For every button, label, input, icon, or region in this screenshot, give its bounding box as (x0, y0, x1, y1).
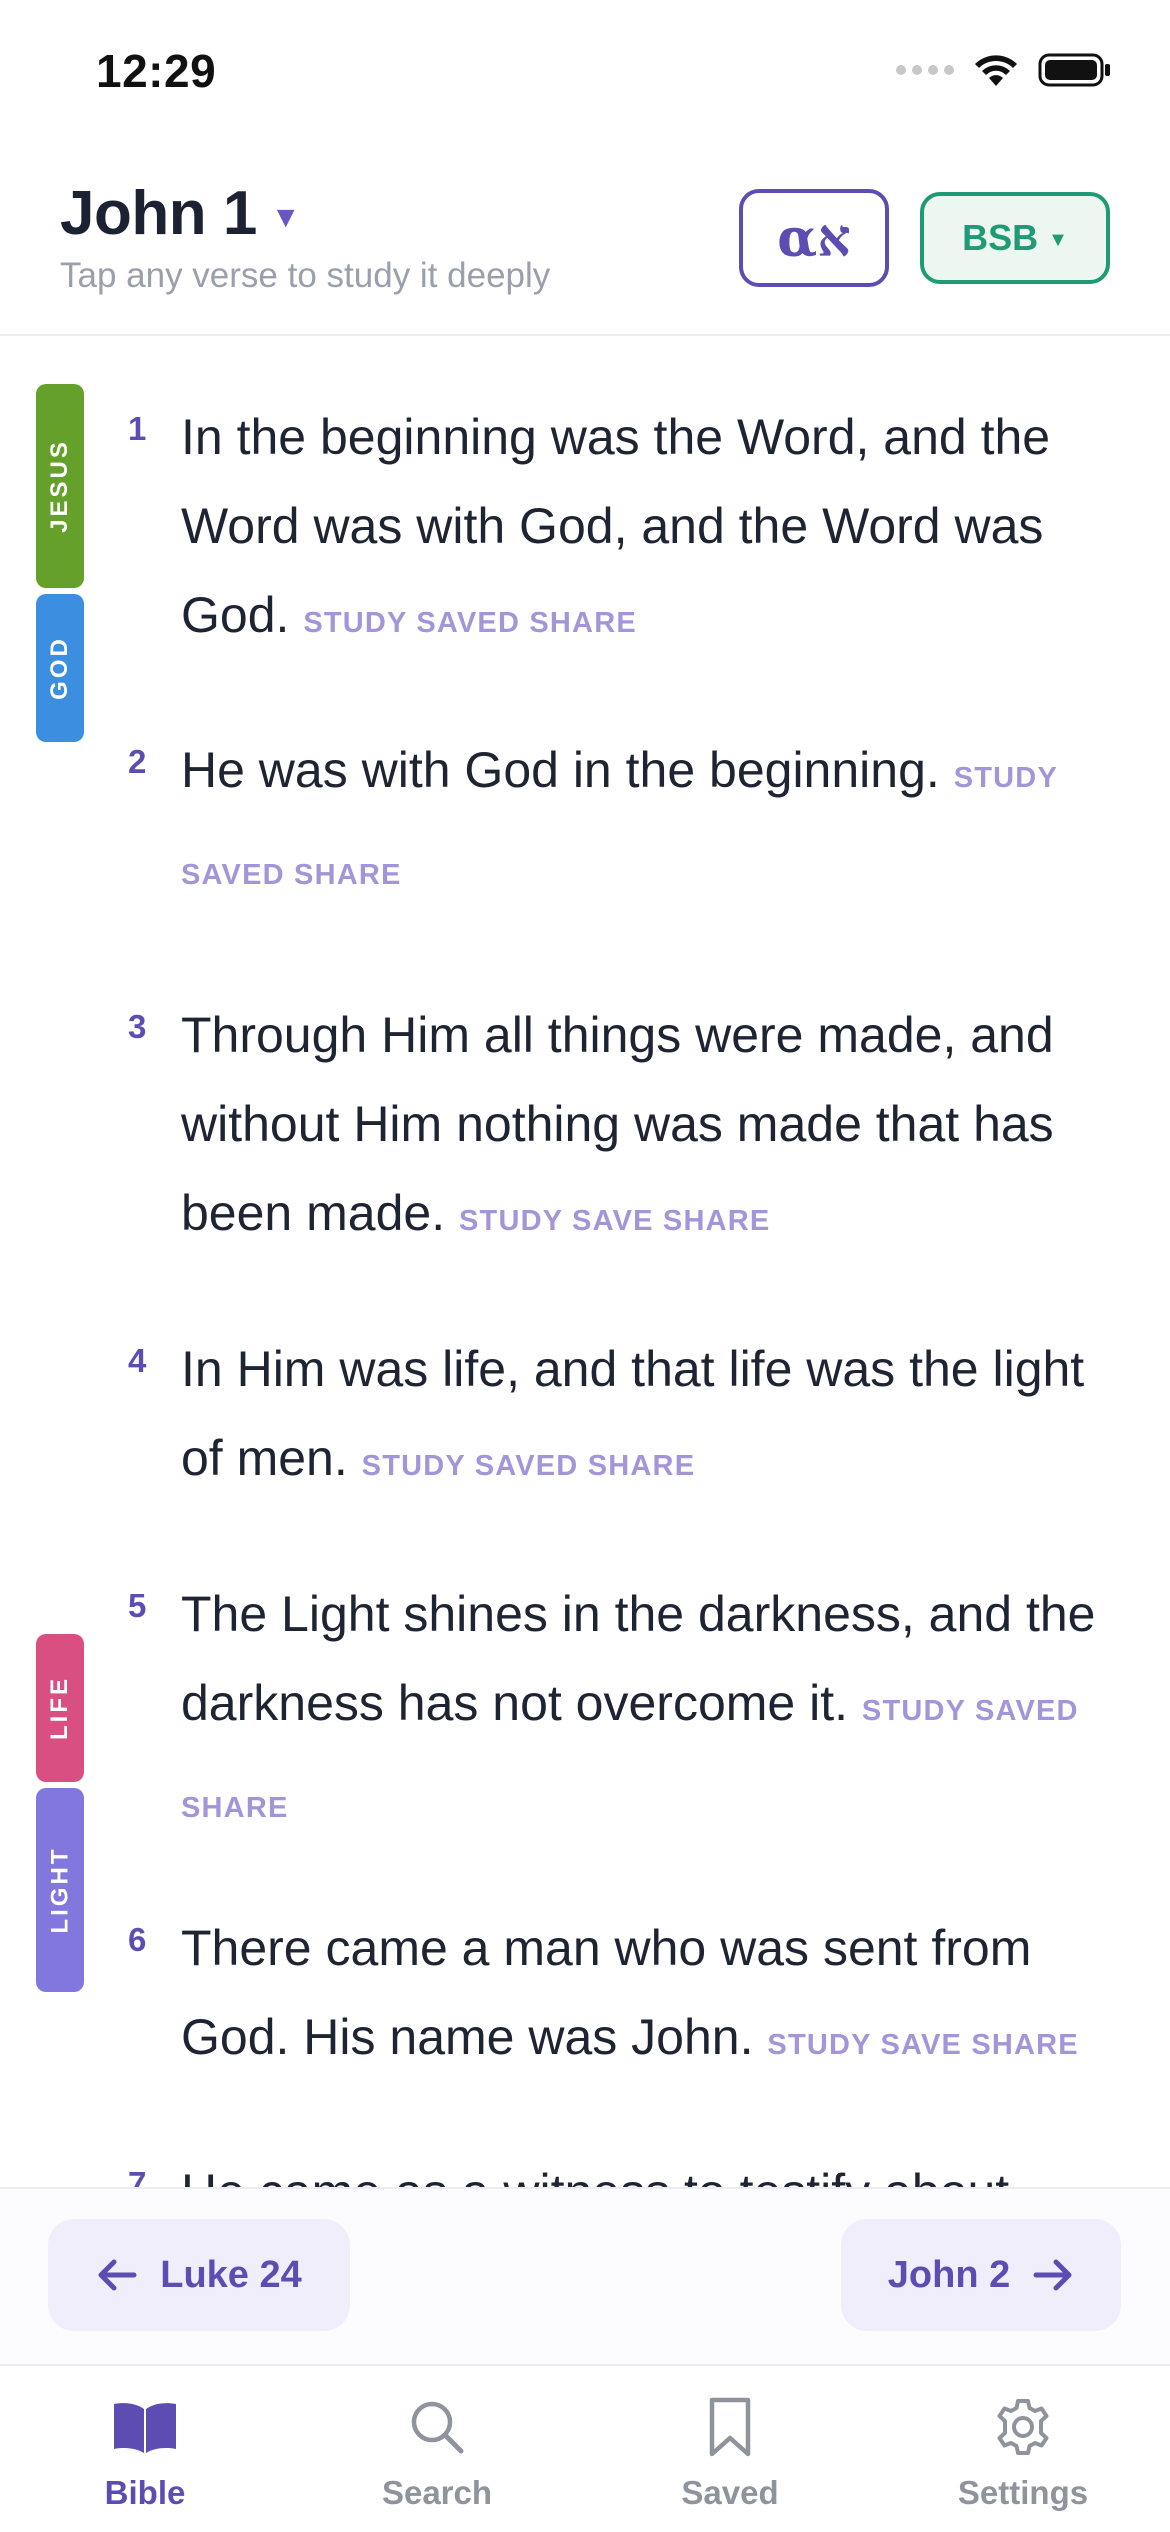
prev-chapter-button[interactable]: Luke 24 (48, 2219, 350, 2331)
verse-number: 3 (128, 1008, 147, 1045)
tab-label: Bible (104, 2474, 186, 2511)
verse-number: 4 (128, 1342, 147, 1379)
theme-tag-label: LIGHT (46, 1846, 73, 1934)
original-language-button[interactable]: αא (739, 189, 889, 287)
verse-number: 1 (128, 410, 147, 447)
theme-tag-light[interactable]: LIGHT (36, 1788, 84, 1992)
prev-chapter-label: Luke 24 (160, 2253, 302, 2296)
theme-tag-label: GOD (46, 636, 74, 700)
verse-content: He was with God in the beginning. (181, 742, 940, 798)
verse-list: JESUS GOD LIFE LIGHT 1 In the beginning … (0, 338, 1170, 2188)
verse-actions: STUDY SAVE SHARE (459, 1205, 770, 1237)
status-bar: 12:29 (0, 0, 1170, 150)
verse-actions: STUDY SAVED SHARE (303, 607, 637, 639)
gear-icon (991, 2394, 1055, 2460)
status-icons (896, 52, 1112, 88)
theme-tag-label: JESUS (46, 439, 74, 533)
verse-text: There came a man who was sent from God. … (181, 1904, 1101, 2090)
study-button[interactable]: STUDY (954, 762, 1058, 794)
verse-number: 2 (128, 743, 147, 780)
save-button[interactable]: SAVED (181, 859, 285, 891)
save-button[interactable]: SAVED (975, 1695, 1079, 1727)
subtitle: Tap any verse to study it deeply (60, 256, 551, 295)
verse-number: 5 (128, 1587, 147, 1624)
theme-tag-life[interactable]: LIFE (36, 1634, 84, 1782)
verse-content: He came as a witness to testify about (181, 2164, 1009, 2188)
study-button[interactable]: STUDY (459, 1205, 563, 1237)
verse-number: 7 (128, 2165, 147, 2188)
bookmark-icon (706, 2394, 754, 2460)
chapter-title: John 1 (60, 179, 257, 248)
tab-label: Search (381, 2474, 493, 2511)
header: John 1 ▼ Tap any verse to study it deepl… (0, 150, 1170, 336)
share-button[interactable]: SHARE (294, 859, 402, 891)
save-button[interactable]: SAVED (475, 1450, 579, 1482)
verse-actions: STUDY SAVE SHARE (767, 2029, 1078, 2061)
share-button[interactable]: SHARE (529, 607, 637, 639)
chapter-nav: Luke 24 John 2 (0, 2187, 1170, 2364)
wifi-icon (975, 55, 1017, 86)
tab-bar: Bible Search Saved Settings (0, 2364, 1170, 2532)
book-icon (110, 2394, 180, 2460)
verse-text: In the beginning was the Word, and the W… (181, 393, 1101, 668)
verse-text: In Him was life, and that life was the l… (181, 1325, 1101, 1511)
version-selector[interactable]: BSB ▼ (920, 192, 1110, 284)
version-label: BSB (962, 217, 1039, 258)
tab-settings[interactable]: Settings (913, 2394, 1133, 2512)
verse-text: The Light shines in the darkness, and th… (181, 1570, 1101, 1853)
save-button[interactable]: SAVE (572, 1205, 654, 1237)
tab-search[interactable]: Search (327, 2394, 547, 2512)
save-button[interactable]: SAVED (416, 607, 520, 639)
verse-number: 6 (128, 1921, 147, 1958)
share-button[interactable]: SHARE (181, 1792, 289, 1824)
next-chapter-button[interactable]: John 2 (841, 2219, 1121, 2331)
share-button[interactable]: SHARE (971, 2029, 1079, 2061)
arrow-left-icon (98, 2259, 137, 2291)
save-button[interactable]: SAVE (880, 2029, 962, 2061)
battery-icon (1038, 53, 1110, 87)
verse-text: Through Him all things were made, and wi… (181, 991, 1101, 1266)
theme-tag-jesus[interactable]: JESUS (36, 384, 84, 588)
tab-bible[interactable]: Bible (35, 2394, 255, 2512)
tab-saved[interactable]: Saved (620, 2394, 840, 2512)
share-button[interactable]: SHARE (663, 1205, 771, 1237)
chevron-down-icon: ▼ (270, 200, 301, 234)
status-time: 12:29 (96, 45, 217, 97)
next-chapter-label: John 2 (887, 2253, 1011, 2296)
arrow-right-icon (1033, 2259, 1072, 2291)
study-button[interactable]: STUDY (862, 1695, 966, 1727)
tab-label: Settings (957, 2474, 1089, 2511)
verse-actions: STUDY SAVED SHARE (362, 1450, 696, 1482)
study-button[interactable]: STUDY (362, 1450, 466, 1482)
theme-tag-label: LIFE (46, 1676, 73, 1740)
verse-text: He came as a witness to testify about (181, 2148, 1101, 2188)
study-button[interactable]: STUDY (767, 2029, 871, 2061)
chevron-down-icon: ▼ (1048, 228, 1068, 251)
tab-label: Saved (681, 2474, 779, 2511)
chapter-picker[interactable]: John 1 ▼ (60, 178, 301, 249)
cellular-signal-icon (896, 65, 954, 75)
study-button[interactable]: STUDY (303, 607, 407, 639)
share-button[interactable]: SHARE (588, 1450, 696, 1482)
search-icon (407, 2394, 467, 2460)
verse-text: He was with God in the beginning. STUDY … (181, 726, 1101, 920)
theme-tag-god[interactable]: GOD (36, 594, 84, 742)
